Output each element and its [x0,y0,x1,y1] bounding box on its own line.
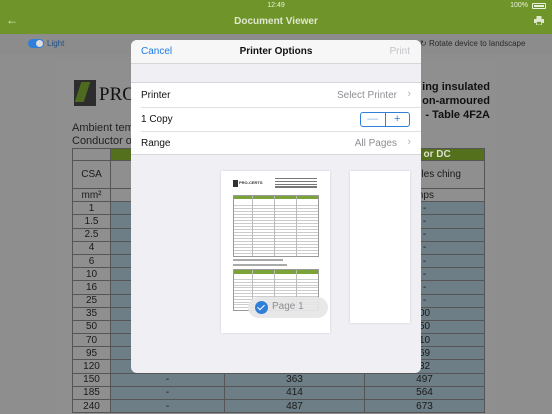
table-cell: mm² [72,187,111,203]
table-cell: - [110,398,225,414]
rotate-icon: ↻ [420,39,429,48]
thumbnail-heading [275,178,317,190]
table-cell: - [110,385,225,401]
company-logo [74,80,96,106]
printer-value: Select Printer [336,90,397,101]
thumbnail-note [233,264,287,266]
range-label: Range [141,138,171,149]
table-cell: 150 [72,372,111,387]
print-button[interactable]: Print [389,46,410,57]
table-cell: 564 [364,385,485,401]
thumbnail-logo [233,180,238,187]
document-title: ing insulated on-armoured - Table 4F2A [420,80,490,122]
page-label: Page 1 [272,301,304,312]
table-cell: 240 [72,398,111,414]
chevron-right-icon: › [407,136,411,148]
app-header: 12:49 100% ← Document Viewer [0,0,552,34]
page-thumbnail-next[interactable] [350,171,410,323]
table-cell: 487 [224,398,365,414]
battery-percent: 100% [510,2,528,9]
app-title: Document Viewer [234,16,318,27]
increment-button[interactable]: + [386,113,410,126]
conductor-text: Conductor o [72,135,132,147]
table-row: 150-363 497 [72,372,485,387]
table-cell [72,148,111,161]
page-selector[interactable]: Page 1 [248,297,328,318]
table-cell: 50 [72,319,111,335]
table-cell: 10 [72,267,111,282]
table-cell: 1 [72,201,111,216]
decrement-button[interactable]: — [361,113,386,126]
thumbnail-note [233,259,283,261]
status-time: 12:49 [267,2,285,9]
copies-row: 1 Copy — + [131,107,421,131]
title-line: ing insulated [422,81,490,93]
table-cell: 25 [72,293,111,308]
table-cell: 16 [72,280,111,295]
table-cell: 35 [72,306,111,321]
table-cell: 6 [72,253,111,269]
title-line: - Table 4F2A [425,109,490,121]
chevron-right-icon: › [407,88,411,100]
printer-icon[interactable] [534,16,544,25]
table-cell: 1.5 [72,214,111,229]
dialog-header: Cancel Printer Options Print [131,40,421,64]
table-cell: 363 [224,372,365,387]
thumbnail-table [233,195,319,257]
print-preview: PRO-CERTS Page 1 [131,163,421,373]
table-cell: 70 [72,333,111,348]
table-cell: 2.5 [72,227,111,242]
printer-options-dialog: Cancel Printer Options Print Printer Sel… [131,40,421,373]
range-row[interactable]: Range All Pages › [131,131,421,155]
table-row: 240-487 673 [72,398,485,414]
table-cell: 95 [72,346,111,361]
copies-stepper: — + [360,112,410,127]
rotate-hint-text: Rotate device to landscape [428,39,526,48]
table-cell: - [110,372,225,387]
printer-label: Printer [141,90,171,101]
rotate-hint: ↻ Rotate device to landscape [420,39,525,48]
table-row: 185-414 564 [72,385,485,401]
checkmark-icon [255,301,268,314]
table-cell: 673 [364,398,485,414]
copies-label: 1 Copy [141,114,173,125]
light-toggle-label: Light [47,39,65,48]
range-value: All Pages [354,138,397,149]
table-cell: 497 [364,372,485,387]
dialog-title: Printer Options [239,46,313,57]
printer-row[interactable]: Printer Select Printer › [131,83,421,107]
ambient-text: Ambient tem [72,122,134,134]
battery-icon [532,3,546,9]
options-list: Printer Select Printer › 1 Copy — + Rang… [131,82,421,155]
light-toggle[interactable] [28,39,44,48]
title-line: on-armoured [422,95,490,107]
table-cell: 185 [72,385,111,401]
table-cell: CSA [72,160,111,189]
table-cell: 120 [72,359,111,374]
thumbnail-brand: PRO-CERTS [239,180,263,185]
table-cell: 414 [224,385,365,401]
table-cell: 4 [72,240,111,255]
